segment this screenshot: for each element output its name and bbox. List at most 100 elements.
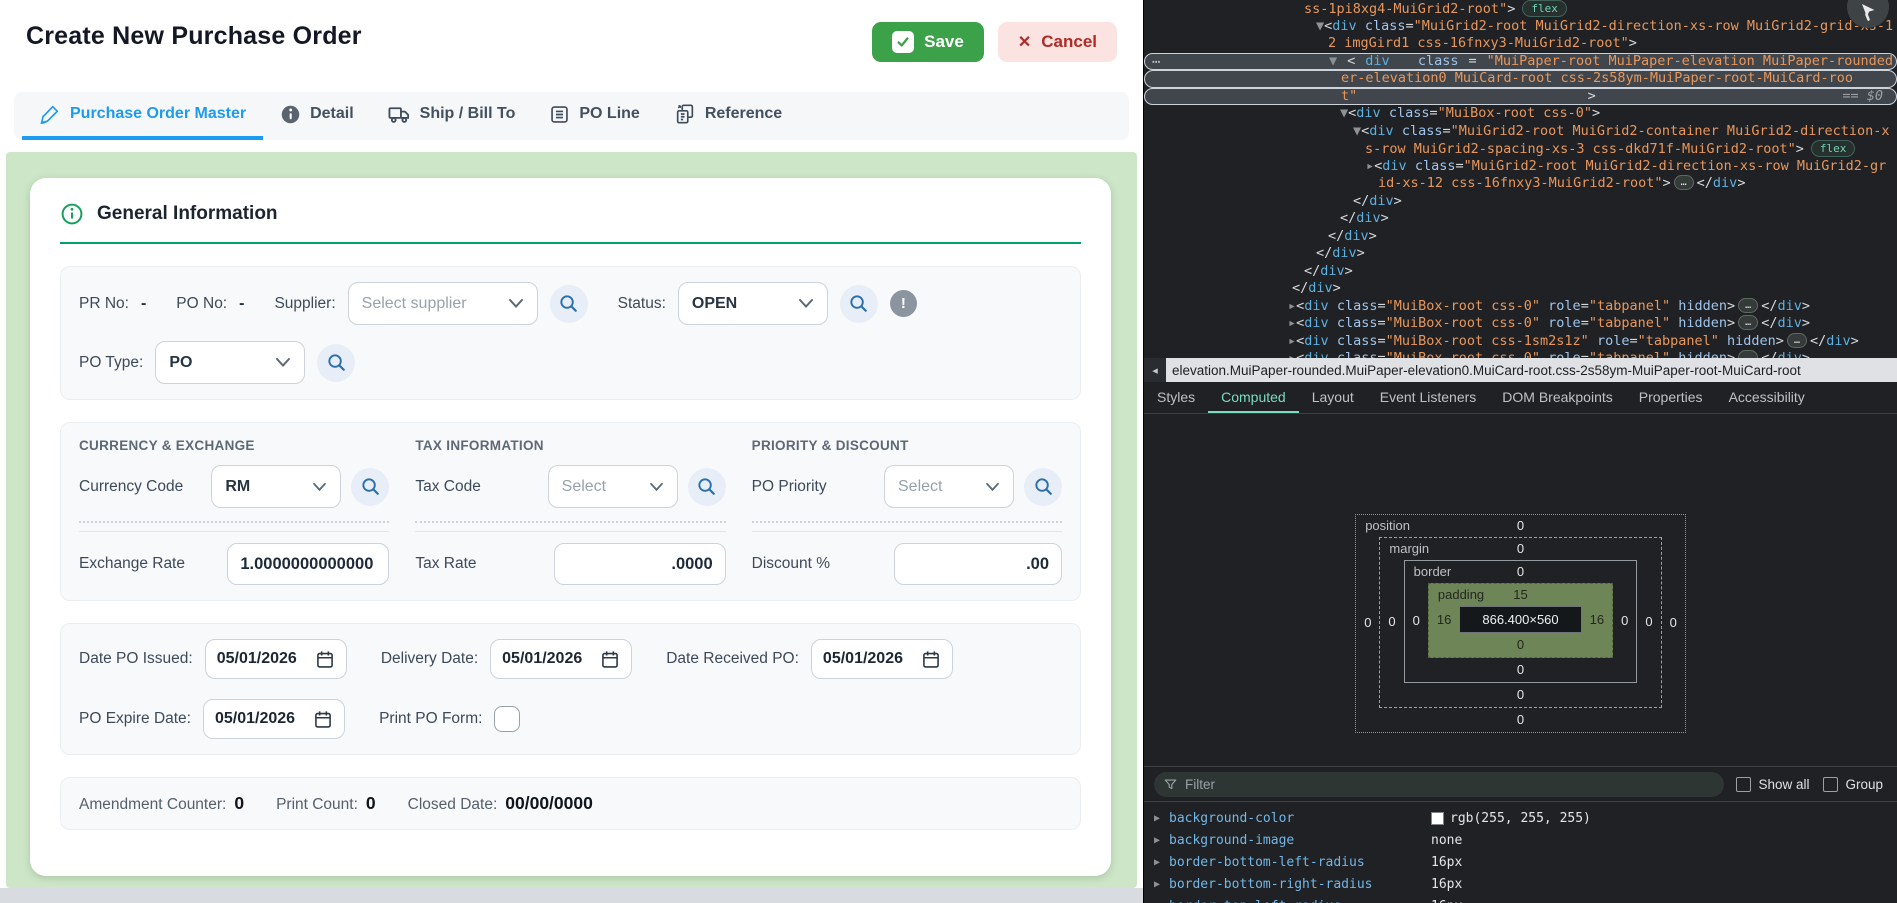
- breadcrumb-scroll-left-button[interactable]: ◂: [1144, 358, 1166, 382]
- expand-ellipsis-button[interactable]: …: [1738, 350, 1758, 358]
- tab-purchase-order-master[interactable]: Purchase Order Master: [22, 92, 263, 140]
- save-button[interactable]: Save: [872, 22, 984, 62]
- tab-event-listeners[interactable]: Event Listeners: [1367, 382, 1490, 413]
- currency-search-button[interactable]: [351, 468, 389, 506]
- dom-tree-line[interactable]: </div>: [1144, 228, 1897, 246]
- dom-tree-line[interactable]: s-row MuiGrid2-spacing-xs-3 css-dkd71f-M…: [1144, 140, 1897, 158]
- tab-po-line[interactable]: PO Line: [532, 92, 656, 140]
- dom-tree-line[interactable]: t"> == $0: [1144, 88, 1897, 106]
- computed-property-row[interactable]: ▶border-top-left-radius16px: [1144, 895, 1897, 903]
- status-warning-icon[interactable]: !: [890, 290, 917, 317]
- dom-tree-line[interactable]: ▼<div class="MuiBox-root css-0">: [1144, 105, 1897, 123]
- print-po-form-checkbox[interactable]: [494, 706, 520, 732]
- tab-dom-breakpoints[interactable]: DOM Breakpoints: [1489, 382, 1625, 413]
- position-bottom-value[interactable]: 0: [1356, 708, 1685, 732]
- computed-property-row[interactable]: ▶background-imagenone: [1144, 829, 1897, 851]
- tab-styles[interactable]: Styles: [1144, 382, 1208, 413]
- tab-layout[interactable]: Layout: [1299, 382, 1367, 413]
- dom-tree-line[interactable]: ▸<div class="MuiGrid2-root MuiGrid2-dire…: [1144, 158, 1897, 176]
- po-priority-select[interactable]: Select: [884, 465, 1014, 508]
- po-priority-search-button[interactable]: [1024, 468, 1062, 506]
- expand-ellipsis-button[interactable]: …: [1738, 298, 1758, 313]
- computed-property-row[interactable]: ▶border-bottom-left-radius16px: [1144, 851, 1897, 873]
- margin-left-value[interactable]: 0: [1380, 614, 1403, 629]
- po-type-select[interactable]: PO: [155, 341, 305, 384]
- position-left-value[interactable]: 0: [1356, 615, 1379, 630]
- position-right-value[interactable]: 0: [1662, 615, 1685, 630]
- padding-right-value[interactable]: 16: [1582, 612, 1612, 627]
- po-type-search-button[interactable]: [317, 344, 355, 382]
- tab-computed[interactable]: Computed: [1208, 382, 1299, 413]
- dom-tree-line[interactable]: id-xs-12 css-16fnxy3-MuiGrid2-root">…</d…: [1144, 175, 1897, 193]
- dom-tree-line[interactable]: </div>: [1144, 280, 1897, 298]
- dom-tree-line[interactable]: ss-1pi8xg4-MuiGrid2-root">flex: [1144, 0, 1897, 18]
- dom-tree-line[interactable]: ⋯▼<div class="MuiPaper-root MuiPaper-ele…: [1144, 53, 1897, 71]
- show-all-checkbox[interactable]: [1736, 777, 1751, 792]
- tab-reference[interactable]: Reference: [657, 92, 799, 140]
- supplier-select[interactable]: Select supplier: [348, 282, 538, 325]
- dom-tree-line[interactable]: ▸<div class="MuiBox-root css-0" role="ta…: [1144, 315, 1897, 333]
- filter-input[interactable]: Filter: [1154, 772, 1724, 797]
- dom-tree-line[interactable]: </div>: [1144, 245, 1897, 263]
- tab-ship-bill-to[interactable]: Ship / Bill To: [371, 92, 533, 140]
- tax-code-search-button[interactable]: [688, 468, 726, 506]
- group-checkbox[interactable]: [1823, 777, 1838, 792]
- box-model-content[interactable]: 866.400×560: [1459, 606, 1581, 633]
- dom-tree-line[interactable]: ▸<div class="MuiBox-root css-1sm2s1z" ro…: [1144, 333, 1897, 351]
- currency-code-select[interactable]: RM: [211, 465, 341, 508]
- flex-badge[interactable]: flex: [1811, 140, 1856, 157]
- breadcrumb[interactable]: elevation.MuiPaper-rounded.MuiPaper-elev…: [1166, 363, 1801, 378]
- supplier-search-button[interactable]: [550, 285, 588, 323]
- dom-tree-line[interactable]: ▼<div class="MuiGrid2-root MuiGrid2-cont…: [1144, 123, 1897, 141]
- tab-properties[interactable]: Properties: [1626, 382, 1716, 413]
- po-expire-date-input[interactable]: 05/01/2026: [203, 699, 345, 739]
- dom-tree-line[interactable]: </div>: [1144, 263, 1897, 281]
- expand-ellipsis-button[interactable]: …: [1674, 175, 1694, 190]
- border-right-value[interactable]: 0: [1613, 613, 1636, 628]
- discount-input[interactable]: .00: [894, 543, 1062, 585]
- margin-bottom-value[interactable]: 0: [1380, 683, 1660, 707]
- border-top-value[interactable]: 0: [1517, 564, 1524, 579]
- padding-left-value[interactable]: 16: [1429, 612, 1459, 627]
- position-top-value[interactable]: 0: [1517, 518, 1524, 533]
- date-received-po-input[interactable]: 05/01/2026: [811, 639, 953, 679]
- dom-tree-line[interactable]: ▸<div class="MuiBox-root css-0" role="ta…: [1144, 298, 1897, 316]
- flex-badge[interactable]: flex: [1522, 0, 1567, 17]
- expand-ellipsis-button[interactable]: …: [1787, 333, 1807, 348]
- margin-top-value[interactable]: 0: [1517, 541, 1524, 556]
- tax-rate-input[interactable]: .0000: [554, 543, 726, 585]
- margin-right-value[interactable]: 0: [1637, 614, 1660, 629]
- padding-bottom-value[interactable]: 0: [1429, 633, 1612, 657]
- date-po-issued-input[interactable]: 05/01/2026: [205, 639, 347, 679]
- tax-code-select[interactable]: Select: [548, 465, 678, 508]
- expand-arrow-icon[interactable]: ▶: [1154, 835, 1169, 846]
- expand-arrow-icon[interactable]: ▶: [1154, 857, 1169, 868]
- box-model-border-layer[interactable]: border 0 0 padding 15: [1404, 560, 1638, 683]
- status-select[interactable]: OPEN: [678, 282, 828, 325]
- more-actions-icon[interactable]: ⋯: [1152, 54, 1161, 72]
- expand-arrow-icon[interactable]: ▶: [1154, 813, 1169, 824]
- exchange-rate-input[interactable]: 1.0000000000000: [227, 543, 389, 585]
- tab-accessibility[interactable]: Accessibility: [1716, 382, 1818, 413]
- dom-tree-line[interactable]: ▼<div class="MuiGrid2-root MuiGrid2-dire…: [1144, 18, 1897, 36]
- delivery-date-input[interactable]: 05/01/2026: [490, 639, 632, 679]
- expand-arrow-icon[interactable]: ▶: [1154, 879, 1169, 890]
- tab-detail[interactable]: Detail: [263, 92, 371, 140]
- status-search-button[interactable]: [840, 285, 878, 323]
- dom-tree-line[interactable]: er-elevation0 MuiCard-root css-2s58ym-Mu…: [1144, 70, 1897, 88]
- dom-tree-line[interactable]: 2 imgGird1 css-16fnxy3-MuiGrid2-root">: [1144, 35, 1897, 53]
- border-left-value[interactable]: 0: [1405, 613, 1428, 628]
- expand-ellipsis-button[interactable]: …: [1738, 315, 1758, 330]
- dom-tree-line[interactable]: ▸<div class="MuiBox-root css-0" role="ta…: [1144, 350, 1897, 358]
- dom-tree-line[interactable]: </div>: [1144, 193, 1897, 211]
- dom-tree-line[interactable]: </div>: [1144, 210, 1897, 228]
- box-model-margin-layer[interactable]: margin 0 0 border 0 0: [1379, 537, 1661, 708]
- computed-property-row[interactable]: ▶background-colorrgb(255, 255, 255): [1144, 807, 1897, 829]
- computed-property-row[interactable]: ▶border-bottom-right-radius16px: [1144, 873, 1897, 895]
- box-model-padding-layer[interactable]: padding 15 16 866.400×560 16: [1428, 583, 1613, 658]
- padding-top-value[interactable]: 15: [1513, 587, 1527, 602]
- color-swatch[interactable]: [1431, 812, 1444, 825]
- border-bottom-value[interactable]: 0: [1405, 658, 1637, 682]
- cancel-button[interactable]: ✕ Cancel: [998, 22, 1117, 62]
- box-model-position-layer[interactable]: position 0 0 margin 0 0: [1355, 514, 1686, 733]
